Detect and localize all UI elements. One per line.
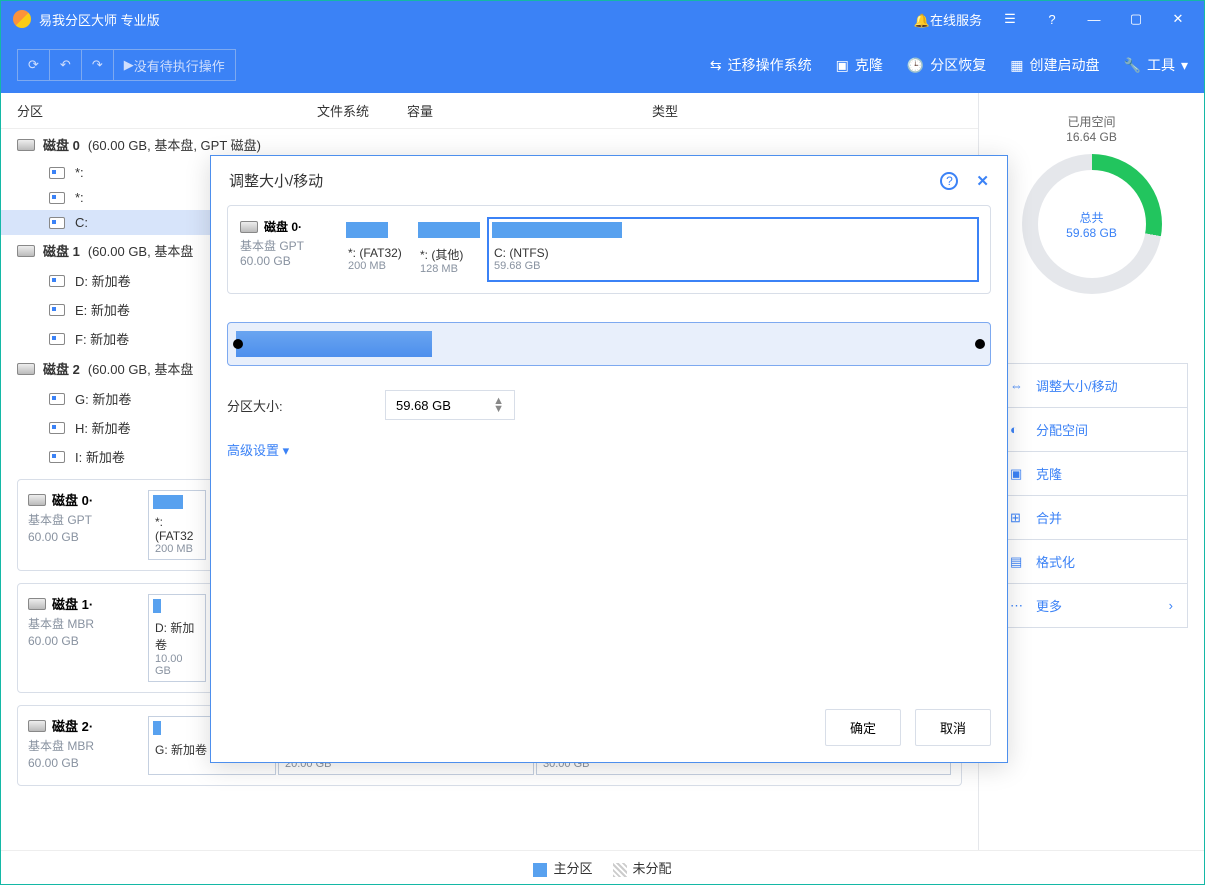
merge-icon: ⊞ bbox=[1010, 510, 1026, 526]
stepper-icon[interactable]: ▲▼ bbox=[493, 397, 504, 413]
clone-button[interactable]: ▣克隆 bbox=[836, 55, 883, 75]
redo-button[interactable]: ↷ bbox=[82, 49, 114, 81]
allocate-icon: ◐ bbox=[1010, 422, 1026, 437]
advanced-link[interactable]: 高级设置 ▾ bbox=[227, 440, 991, 459]
chevron-right-icon: › bbox=[1169, 598, 1173, 613]
column-headers: 分区 文件系统 容量 类型 bbox=[1, 93, 978, 129]
modal-help-icon[interactable]: ? bbox=[940, 172, 958, 190]
modal-partition[interactable]: *: (其他)128 MB bbox=[414, 218, 486, 281]
migrate-os-button[interactable]: ⇆迁移操作系统 bbox=[710, 55, 812, 75]
menu-icon[interactable]: ☰ bbox=[996, 5, 1024, 33]
col-type: 类型 bbox=[652, 101, 752, 120]
drive-icon bbox=[49, 451, 65, 463]
primary-swatch-icon bbox=[533, 863, 547, 877]
modal-partition[interactable]: *: (FAT32)200 MB bbox=[342, 218, 412, 281]
action-allocate[interactable]: ◐分配空间 bbox=[995, 407, 1188, 452]
disk-icon bbox=[17, 363, 35, 375]
recover-icon: 🕒 bbox=[907, 57, 924, 74]
clone-icon: ▣ bbox=[836, 57, 849, 74]
tools-button[interactable]: 🔧工具 ▾ bbox=[1124, 55, 1188, 75]
drive-icon bbox=[49, 192, 65, 204]
chevron-down-icon: ▾ bbox=[1181, 57, 1188, 74]
disk-icon bbox=[17, 245, 35, 257]
modal-disk-preview: 磁盘 0· 基本盘 GPT 60.00 GB *: (FAT32)200 MB … bbox=[227, 205, 991, 294]
disk-icon bbox=[240, 221, 258, 233]
disk-card-partition[interactable]: D: 新加卷10.00 GB bbox=[148, 594, 206, 682]
grid-icon: ▦ bbox=[1010, 57, 1023, 74]
maximize-icon[interactable]: ▢ bbox=[1122, 5, 1150, 33]
disk-card-partition[interactable]: *: (FAT32200 MB bbox=[148, 490, 206, 560]
drive-icon bbox=[49, 393, 65, 405]
swap-icon: ⇆ bbox=[710, 57, 722, 74]
action-clone[interactable]: ▣克隆 bbox=[995, 451, 1188, 496]
disk-icon bbox=[17, 139, 35, 151]
used-space-value: 16.64 GB bbox=[995, 130, 1188, 144]
resize-modal: 调整大小/移动 ? ✕ 磁盘 0· 基本盘 GPT 60.00 GB *: (F… bbox=[210, 155, 1008, 763]
more-icon: ⋯ bbox=[1010, 598, 1026, 614]
close-icon[interactable]: ✕ bbox=[1164, 5, 1192, 33]
action-resize[interactable]: ⇔调整大小/移动 bbox=[995, 363, 1188, 408]
clone-icon: ▣ bbox=[1010, 466, 1026, 482]
cancel-button[interactable]: 取消 bbox=[915, 709, 991, 746]
drive-icon bbox=[49, 275, 65, 287]
minimize-icon[interactable]: — bbox=[1080, 5, 1108, 33]
drive-icon bbox=[49, 217, 65, 229]
slider-handle-right[interactable] bbox=[975, 339, 985, 349]
col-fs: 文件系统 bbox=[317, 101, 407, 120]
disk-icon bbox=[28, 598, 46, 610]
legend: 主分区 未分配 bbox=[1, 850, 1204, 884]
drive-icon bbox=[49, 422, 65, 434]
action-merge[interactable]: ⊞合并 bbox=[995, 495, 1188, 540]
chevron-down-icon: ▾ bbox=[283, 443, 290, 458]
col-partition: 分区 bbox=[17, 101, 317, 120]
help-icon[interactable]: ? bbox=[1038, 5, 1066, 33]
toolbar: ⟳ ↶ ↷ ▶ 没有待执行操作 ⇆迁移操作系统 ▣克隆 🕒分区恢复 ▦创建启动盘… bbox=[1, 37, 1204, 93]
drive-icon bbox=[49, 333, 65, 345]
action-more[interactable]: ⋯更多› bbox=[995, 583, 1188, 628]
drive-icon bbox=[49, 304, 65, 316]
action-format[interactable]: ▤格式化 bbox=[995, 539, 1188, 584]
ok-button[interactable]: 确定 bbox=[825, 709, 901, 746]
size-input[interactable]: 59.68 GB▲▼ bbox=[385, 390, 515, 420]
unalloc-swatch-icon bbox=[613, 863, 627, 877]
refresh-button[interactable]: ⟳ bbox=[17, 49, 50, 81]
modal-title: 调整大小/移动 bbox=[229, 170, 323, 191]
online-service-link[interactable]: 🔔在线服务 bbox=[914, 10, 982, 29]
modal-close-icon[interactable]: ✕ bbox=[976, 172, 989, 190]
titlebar: 易我分区大师 专业版 🔔在线服务 ☰ ? — ▢ ✕ bbox=[1, 1, 1204, 37]
drive-icon bbox=[49, 167, 65, 179]
used-space-label: 已用空间 bbox=[995, 113, 1188, 130]
pending-ops-button[interactable]: ▶ 没有待执行操作 bbox=[114, 49, 236, 81]
used-space-chart: 已用空间 16.64 GB 总共59.68 GB bbox=[995, 113, 1188, 294]
recover-button[interactable]: 🕒分区恢复 bbox=[907, 55, 986, 75]
modal-partition-selected[interactable]: C: (NTFS)59.68 GB bbox=[488, 218, 978, 281]
boot-disk-button[interactable]: ▦创建启动盘 bbox=[1010, 55, 1099, 75]
col-capacity: 容量 bbox=[407, 101, 652, 120]
wrench-icon: 🔧 bbox=[1124, 57, 1141, 74]
format-icon: ▤ bbox=[1010, 554, 1026, 570]
app-logo-icon bbox=[13, 10, 31, 28]
slider-handle-left[interactable] bbox=[233, 339, 243, 349]
undo-button[interactable]: ↶ bbox=[50, 49, 82, 81]
disk-icon bbox=[28, 720, 46, 732]
app-title: 易我分区大师 专业版 bbox=[39, 10, 914, 29]
resize-icon: ⇔ bbox=[1010, 378, 1026, 393]
disk-icon bbox=[28, 494, 46, 506]
size-label: 分区大小: bbox=[227, 396, 367, 415]
resize-slider[interactable] bbox=[227, 322, 991, 366]
